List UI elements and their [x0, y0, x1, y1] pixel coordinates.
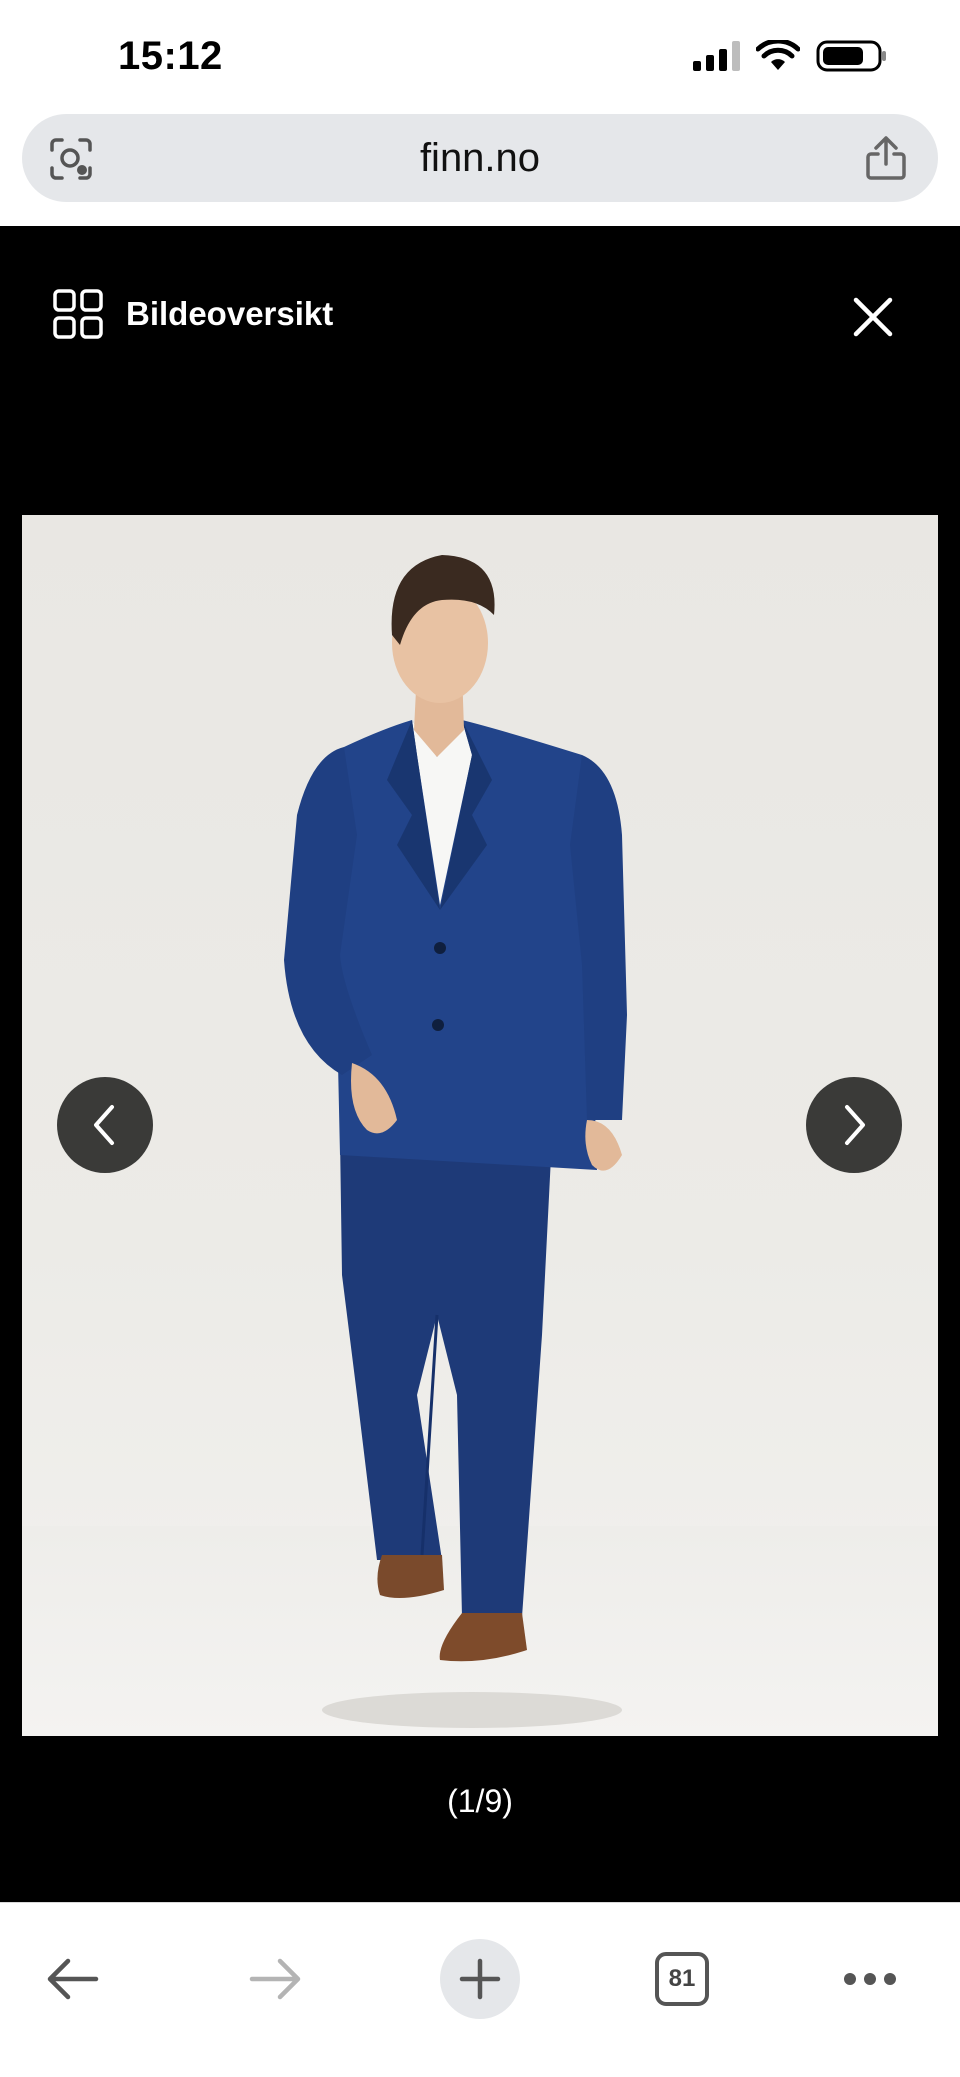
product-photo[interactable]	[22, 515, 938, 1736]
wifi-icon	[756, 40, 800, 70]
image-counter: (1/9)	[447, 1783, 513, 1819]
more-button[interactable]	[840, 1949, 900, 2009]
viewer-header: Bildeoversikt	[0, 226, 960, 406]
tabs-button[interactable]: 81	[652, 1949, 712, 2009]
previous-image-button[interactable]	[57, 1077, 153, 1173]
share-icon[interactable]	[864, 134, 908, 182]
status-icons	[693, 38, 888, 74]
back-button[interactable]	[40, 1949, 104, 2009]
address-bar[interactable]: finn.no	[22, 114, 938, 202]
signal-icon	[693, 41, 740, 71]
arrow-right-icon	[249, 1958, 301, 2000]
more-icon	[844, 1973, 896, 1985]
next-image-button[interactable]	[806, 1077, 902, 1173]
overview-label: Bildeoversikt	[126, 295, 334, 332]
url-text: finn.no	[419, 136, 541, 180]
battery-icon	[816, 40, 886, 72]
tab-count: 81	[655, 1952, 709, 2006]
image-viewer: Bildeoversikt (1/9)	[0, 226, 960, 1902]
image-overview-button[interactable]: Bildeoversikt	[52, 288, 333, 340]
status-time: 15:12	[118, 34, 223, 78]
plus-icon	[459, 1958, 501, 2000]
chevron-right-icon	[845, 1105, 865, 1145]
browser-toolbar: 81	[0, 1902, 960, 2077]
address-area: finn.no	[0, 112, 960, 226]
arrow-left-icon	[47, 1958, 99, 2000]
suit-model-illustration	[284, 555, 627, 1728]
new-tab-button[interactable]	[440, 1939, 520, 2019]
status-bar: 15:12	[0, 0, 960, 112]
close-icon[interactable]	[850, 294, 896, 340]
grid-icon	[53, 289, 103, 339]
chevron-left-icon	[94, 1105, 114, 1145]
forward-button[interactable]	[244, 1949, 308, 2009]
